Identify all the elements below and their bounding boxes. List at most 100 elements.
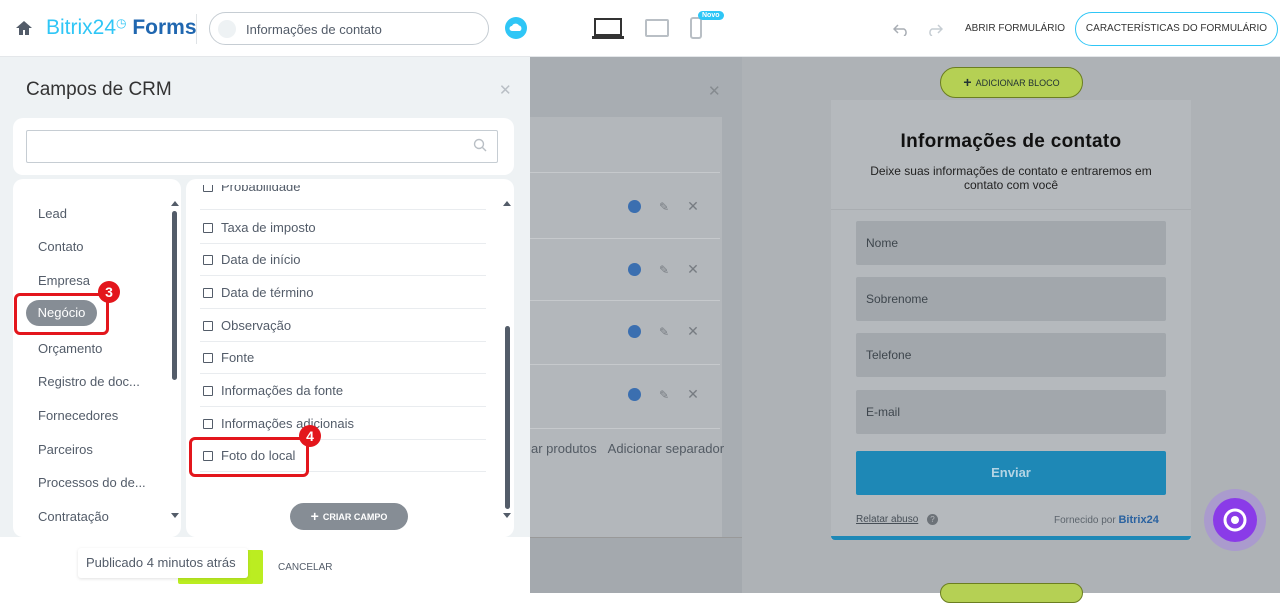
submit-button[interactable]: Enviar (856, 451, 1166, 495)
category-item[interactable]: Parceiros (38, 442, 93, 457)
field-row[interactable]: Data de início (203, 252, 301, 267)
divider (200, 308, 486, 309)
field-row[interactable]: Observação (203, 318, 291, 333)
field-row[interactable]: Informações adicionais (203, 416, 354, 431)
edit-icon[interactable]: ✎ (659, 325, 669, 339)
desktop-view-icon[interactable] (592, 18, 624, 40)
form-thumb-icon (218, 20, 236, 38)
scroll-down-icon[interactable] (171, 513, 179, 518)
category-item[interactable]: Lead (38, 206, 67, 221)
step-badge-4: 4 (299, 425, 321, 447)
field-row[interactable]: Probabilidade (203, 185, 301, 194)
form-name-field[interactable]: Informações de contato (209, 12, 489, 45)
plus-icon: + (963, 74, 972, 90)
divider (520, 300, 720, 301)
divider (200, 275, 486, 276)
last-name-field[interactable]: Sobrenome (856, 277, 1166, 321)
edit-icon[interactable]: ✎ (659, 388, 669, 402)
field-label: Observação (221, 318, 292, 333)
new-badge: Novo (698, 11, 724, 20)
scroll-down-icon[interactable] (503, 513, 511, 518)
cloud-icon[interactable] (505, 17, 527, 39)
home-icon[interactable] (14, 18, 34, 38)
field-actions: ✎ ✕ (628, 198, 699, 216)
checkbox[interactable] (203, 386, 213, 396)
category-item[interactable]: Fornecedores (38, 408, 118, 423)
field-label: Data de início (221, 252, 301, 267)
field-scrollbar[interactable] (505, 326, 510, 509)
checkbox[interactable] (203, 288, 213, 298)
email-field[interactable]: E-mail (856, 390, 1166, 434)
footer-overlay (530, 537, 742, 593)
remove-icon[interactable]: ✕ (687, 261, 699, 278)
edit-icon[interactable]: ✎ (659, 263, 669, 277)
category-item[interactable]: Orçamento (38, 341, 102, 356)
field-row[interactable]: Fonte (203, 350, 254, 365)
scroll-up-icon[interactable] (171, 201, 179, 206)
crm-link-icon[interactable] (628, 388, 641, 402)
create-field-button[interactable]: + CRIAR CAMPO (290, 503, 408, 530)
edit-icon[interactable]: ✎ (659, 200, 669, 214)
close-icon[interactable]: ✕ (708, 82, 721, 100)
category-scrollbar[interactable] (172, 211, 177, 380)
close-icon[interactable]: ✕ (499, 81, 512, 99)
scroll-up-icon[interactable] (503, 201, 511, 206)
field-label: Data de término (221, 285, 314, 300)
mobile-view-icon[interactable] (690, 17, 702, 39)
checkbox[interactable] (203, 353, 213, 363)
category-item[interactable]: Contratação (38, 509, 109, 524)
divider (200, 209, 486, 210)
checkbox[interactable] (203, 419, 213, 429)
field-actions: ✎ ✕ (628, 386, 699, 404)
copilot-button[interactable] (1204, 489, 1266, 551)
cancel-button[interactable]: CANCELAR (278, 562, 332, 573)
step-badge-3: 3 (98, 281, 120, 303)
name-field[interactable]: Nome (856, 221, 1166, 265)
field-row[interactable]: Informações da fonte (203, 383, 343, 398)
add-block-button-bottom[interactable] (940, 583, 1083, 603)
top-bar: Bitrix24◷ Forms Informações de contato N… (0, 0, 1280, 57)
divider (200, 341, 486, 342)
remove-icon[interactable]: ✕ (687, 386, 699, 403)
field-actions: ✎ ✕ (628, 261, 699, 279)
checkbox[interactable] (203, 321, 213, 331)
highlight-box-deal (14, 293, 109, 335)
field-row[interactable]: Taxa de imposto (203, 220, 316, 235)
crm-panel-title: Campos de CRM (26, 79, 172, 100)
report-abuse-link[interactable]: Relatar abuso (856, 514, 918, 525)
category-item[interactable]: Processos do de... (38, 475, 146, 490)
crm-link-icon[interactable] (628, 263, 641, 277)
tablet-view-icon[interactable] (645, 19, 669, 37)
field-label: Informações adicionais (221, 416, 354, 431)
open-form-button[interactable]: ABRIR FORMULÁRIO (965, 23, 1065, 34)
form-title: Informações de contato (900, 131, 1122, 152)
add-separator-link[interactable]: Adicionar separador (608, 441, 724, 456)
crm-link-icon[interactable] (628, 325, 641, 339)
brand-suffix: Forms (132, 16, 197, 39)
category-item[interactable]: Empresa (38, 273, 90, 288)
category-item[interactable]: Contato (38, 239, 84, 254)
field-label: Telefone (866, 348, 912, 362)
phone-field[interactable]: Telefone (856, 333, 1166, 377)
remove-icon[interactable]: ✕ (687, 323, 699, 340)
divider (200, 243, 486, 244)
field-row[interactable]: Data de término (203, 285, 314, 300)
field-label: Nome (866, 236, 899, 250)
clock-icon: ◷ (116, 16, 127, 30)
category-item[interactable]: Registro de doc... (38, 374, 140, 389)
crm-link-icon[interactable] (628, 200, 641, 214)
checkbox[interactable] (203, 223, 213, 233)
checkbox[interactable] (203, 255, 213, 265)
divider (520, 428, 720, 429)
search-input[interactable] (26, 130, 498, 163)
form-properties-button[interactable]: CARACTERÍSTICAS DO FORMULÁRIO (1075, 12, 1278, 46)
checkbox[interactable] (203, 185, 213, 192)
add-block-button[interactable]: + ADICIONAR BLOCO (940, 67, 1083, 98)
help-icon[interactable]: ? (927, 514, 938, 525)
undo-icon[interactable] (893, 24, 909, 36)
brand-prefix: Bitrix24 (46, 16, 117, 39)
redo-icon[interactable] (927, 24, 943, 36)
remove-icon[interactable]: ✕ (687, 198, 699, 215)
add-products-link[interactable]: ar produtos (531, 441, 597, 456)
divider (520, 364, 720, 365)
